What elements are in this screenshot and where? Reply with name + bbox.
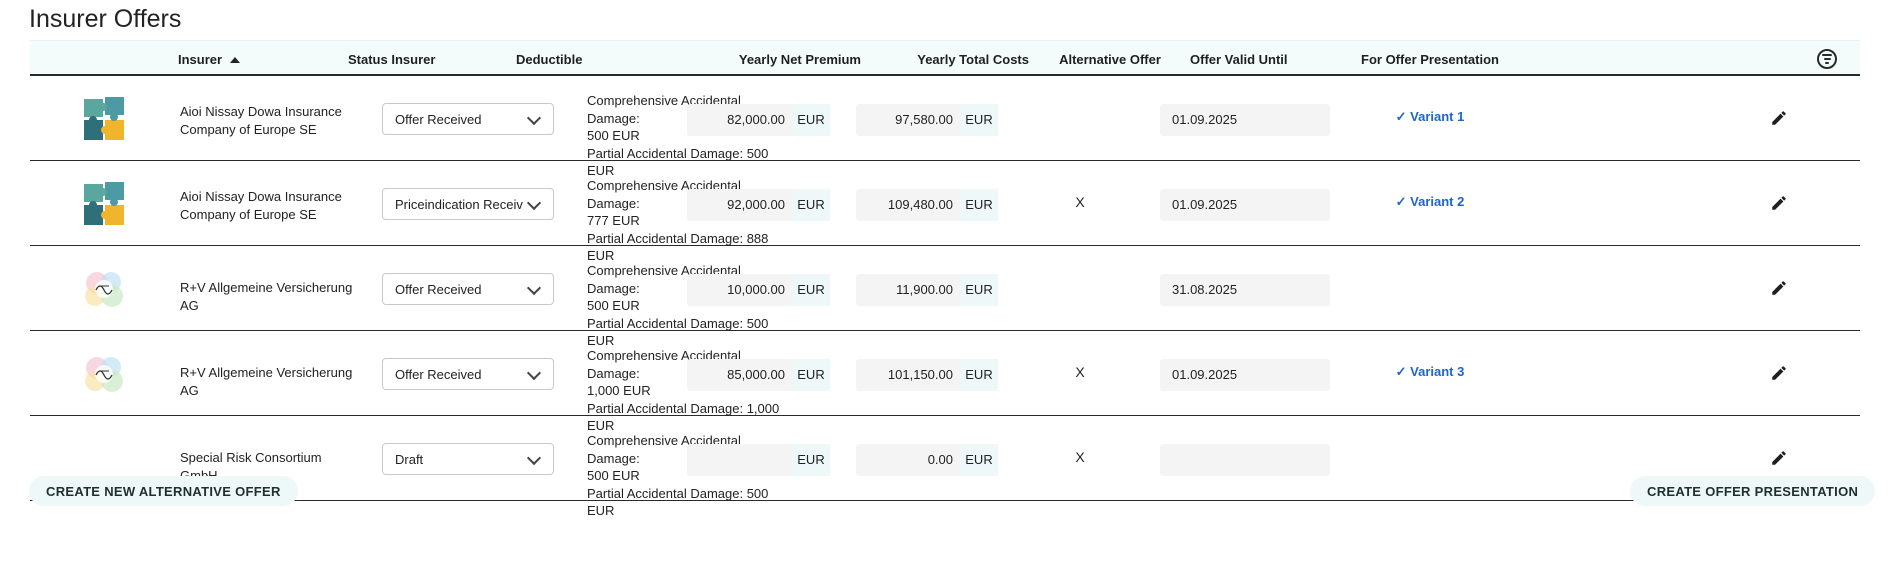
yearly-net-premium-field[interactable]: 82,000.00 EUR — [687, 104, 830, 136]
puzzle-logo-icon — [84, 182, 124, 225]
yearly-total-costs-field[interactable]: 0.00 EUR — [856, 444, 998, 476]
yearly-net-premium-field[interactable]: 92,000.00 EUR — [687, 189, 830, 221]
pencil-icon[interactable] — [1770, 279, 1788, 297]
column-header-insurer[interactable]: Insurer — [178, 41, 241, 74]
total-costs-currency: EUR — [960, 444, 998, 476]
offer-presentation-variant-link[interactable]: ✓ Variant 2 — [1370, 194, 1490, 210]
pencil-icon[interactable] — [1770, 364, 1788, 382]
column-header-insurer-label: Insurer — [178, 52, 223, 67]
net-premium-currency: EUR — [792, 104, 830, 136]
net-premium-currency: EUR — [792, 274, 830, 306]
status-insurer-select[interactable]: Offer Received — [382, 273, 554, 305]
table-header: Insurer Status Insurer Deductible Yearly… — [30, 40, 1860, 76]
status-insurer-value: Priceindication Received — [395, 197, 523, 212]
alternative-offer-mark: X — [1075, 364, 1085, 380]
status-insurer-select[interactable]: Draft — [382, 443, 554, 475]
status-insurer-value: Offer Received — [395, 112, 482, 127]
table-row: Aioi Nissay Dowa Insurance Company of Eu… — [30, 161, 1860, 263]
column-header-presentation[interactable]: For Offer Presentation — [1350, 41, 1510, 74]
yearly-total-costs-field[interactable]: 109,480.00 EUR — [856, 189, 998, 221]
status-insurer-select[interactable]: Priceindication Received — [382, 188, 554, 220]
column-header-total-costs[interactable]: Yearly Total Costs — [848, 41, 1029, 74]
create-new-alternative-offer-button[interactable]: CREATE NEW ALTERNATIVE OFFER — [29, 476, 298, 506]
net-premium-value: 85,000.00 — [727, 367, 785, 382]
offer-valid-until-field[interactable]: 31.08.2025 — [1160, 274, 1330, 306]
yearly-net-premium-field[interactable]: 10,000.00 EUR — [687, 274, 830, 306]
offer-valid-until-field[interactable]: 01.09.2025 — [1160, 189, 1330, 221]
pencil-icon[interactable] — [1770, 194, 1788, 212]
alternative-offer-mark: X — [1075, 449, 1085, 465]
table-row: Special Risk Consortium GmbHDraftCompreh… — [30, 416, 1860, 518]
offer-presentation-variant-link[interactable]: ✓ Variant 1 — [1370, 109, 1490, 125]
column-header-alternative[interactable]: Alternative Offer — [1050, 41, 1170, 74]
insurer-offers-table: Insurer Status Insurer Deductible Yearly… — [30, 40, 1860, 518]
yearly-total-costs-field[interactable]: 97,580.00 EUR — [856, 104, 998, 136]
chevron-down-icon — [526, 110, 542, 126]
column-header-net-premium[interactable]: Yearly Net Premium — [680, 41, 861, 74]
total-costs-currency: EUR — [960, 189, 998, 221]
offer-valid-until-field[interactable]: 01.09.2025 — [1160, 104, 1330, 136]
chevron-down-icon — [526, 365, 542, 381]
insurer-name: R+V Allgemeine Versicherung AG — [180, 280, 353, 313]
net-premium-currency: EUR — [792, 189, 830, 221]
chevron-down-icon — [526, 280, 542, 296]
net-premium-currency: EUR — [792, 359, 830, 391]
yearly-total-costs-field[interactable]: 101,150.00 EUR — [856, 359, 998, 391]
total-costs-currency: EUR — [960, 104, 998, 136]
pencil-icon[interactable] — [1770, 109, 1788, 127]
total-costs-currency: EUR — [960, 359, 998, 391]
deductible-line: Partial Accidental Damage: 500 EUR — [587, 485, 769, 519]
chevron-down-icon — [526, 450, 542, 466]
insurer-name: R+V Allgemeine Versicherung AG — [180, 365, 353, 398]
chevron-down-icon — [526, 195, 542, 211]
create-offer-presentation-button[interactable]: CREATE OFFER PRESENTATION — [1630, 476, 1876, 506]
total-costs-value: 97,580.00 — [895, 112, 953, 127]
filter-icon[interactable] — [1817, 49, 1837, 69]
total-costs-value: 109,480.00 — [887, 197, 953, 212]
insurer-name: Aioi Nissay Dowa Insurance Company of Eu… — [180, 189, 342, 222]
table-row: R+V Allgemeine Versicherung AG Offer Rece… — [30, 246, 1860, 348]
status-insurer-select[interactable]: Offer Received — [382, 358, 554, 390]
net-premium-value: 10,000.00 — [727, 282, 785, 297]
column-header-deductible[interactable]: Deductible — [516, 41, 582, 74]
yearly-net-premium-field[interactable]: EUR — [687, 444, 830, 476]
total-costs-currency: EUR — [960, 274, 998, 306]
total-costs-value: 101,150.00 — [887, 367, 953, 382]
net-premium-value: 82,000.00 — [727, 112, 785, 127]
column-header-status[interactable]: Status Insurer — [348, 41, 435, 74]
yearly-net-premium-field[interactable]: 85,000.00 EUR — [687, 359, 830, 391]
puzzle-logo-icon — [84, 97, 124, 140]
table-row: R+V Allgemeine Versicherung AG Offer Rece… — [30, 331, 1860, 433]
sort-ascending-icon — [230, 57, 241, 63]
offer-valid-until-field[interactable] — [1160, 444, 1330, 476]
watercolor-logo-icon — [85, 357, 123, 392]
net-premium-value: 92,000.00 — [727, 197, 785, 212]
status-insurer-value: Offer Received — [395, 282, 482, 297]
yearly-total-costs-field[interactable]: 11,900.00 EUR — [856, 274, 998, 306]
watercolor-logo-icon — [85, 272, 123, 307]
status-insurer-value: Draft — [395, 452, 424, 467]
pencil-icon[interactable] — [1770, 449, 1788, 467]
offer-presentation-variant-link[interactable]: ✓ Variant 3 — [1370, 364, 1490, 380]
net-premium-currency: EUR — [792, 444, 830, 476]
table-row: Aioi Nissay Dowa Insurance Company of Eu… — [30, 76, 1860, 178]
total-costs-value: 11,900.00 — [896, 282, 953, 297]
total-costs-value: 0.00 — [927, 452, 953, 467]
status-insurer-select[interactable]: Offer Received — [382, 103, 554, 135]
alternative-offer-mark: X — [1075, 194, 1085, 210]
insurer-name: Aioi Nissay Dowa Insurance Company of Eu… — [180, 104, 342, 137]
status-insurer-value: Offer Received — [395, 367, 482, 382]
offer-valid-until-field[interactable]: 01.09.2025 — [1160, 359, 1330, 391]
page-title: Insurer Offers — [29, 5, 182, 33]
column-header-valid-until[interactable]: Offer Valid Until — [1190, 41, 1288, 74]
